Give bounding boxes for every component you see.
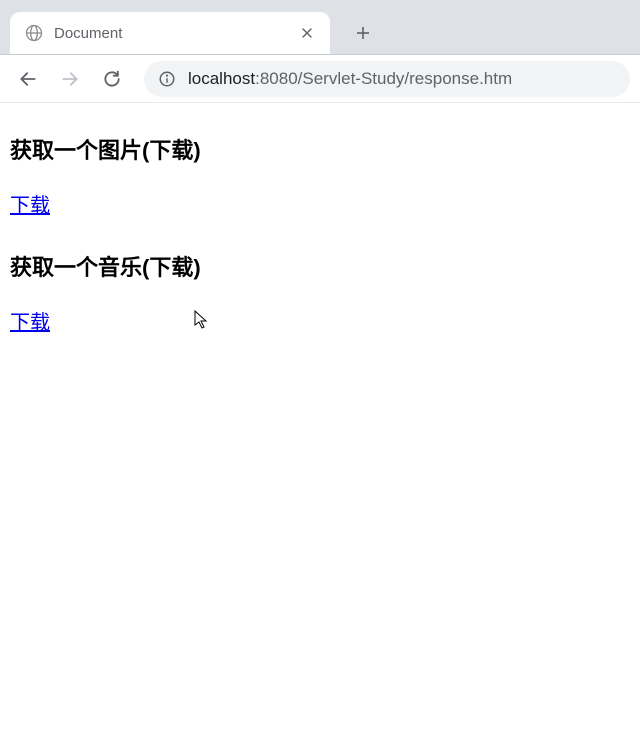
page-content: 获取一个图片(下载) 下载 获取一个音乐(下载) 下载 <box>0 103 640 363</box>
download-image-link[interactable]: 下载 <box>10 189 50 218</box>
url-text: localhost:8080/Servlet-Study/response.ht… <box>188 69 512 89</box>
new-tab-button[interactable] <box>348 18 378 48</box>
browser-tab[interactable]: Document <box>10 12 330 54</box>
back-button[interactable] <box>10 61 46 97</box>
heading-image-download: 获取一个图片(下载) <box>10 133 630 165</box>
download-music-link[interactable]: 下载 <box>10 306 50 335</box>
tab-strip: Document <box>0 0 640 55</box>
tab-title: Document <box>54 25 298 42</box>
globe-icon <box>24 23 44 43</box>
url-port: :8080 <box>255 69 298 88</box>
heading-music-download: 获取一个音乐(下载) <box>10 250 630 282</box>
url-host: localhost <box>188 69 255 88</box>
address-bar[interactable]: localhost:8080/Servlet-Study/response.ht… <box>144 61 630 97</box>
reload-button[interactable] <box>94 61 130 97</box>
site-info-icon[interactable] <box>158 70 176 88</box>
url-path: /Servlet-Study/response.htm <box>298 69 512 88</box>
close-icon[interactable] <box>298 24 316 42</box>
browser-toolbar: localhost:8080/Servlet-Study/response.ht… <box>0 55 640 103</box>
forward-button[interactable] <box>52 61 88 97</box>
